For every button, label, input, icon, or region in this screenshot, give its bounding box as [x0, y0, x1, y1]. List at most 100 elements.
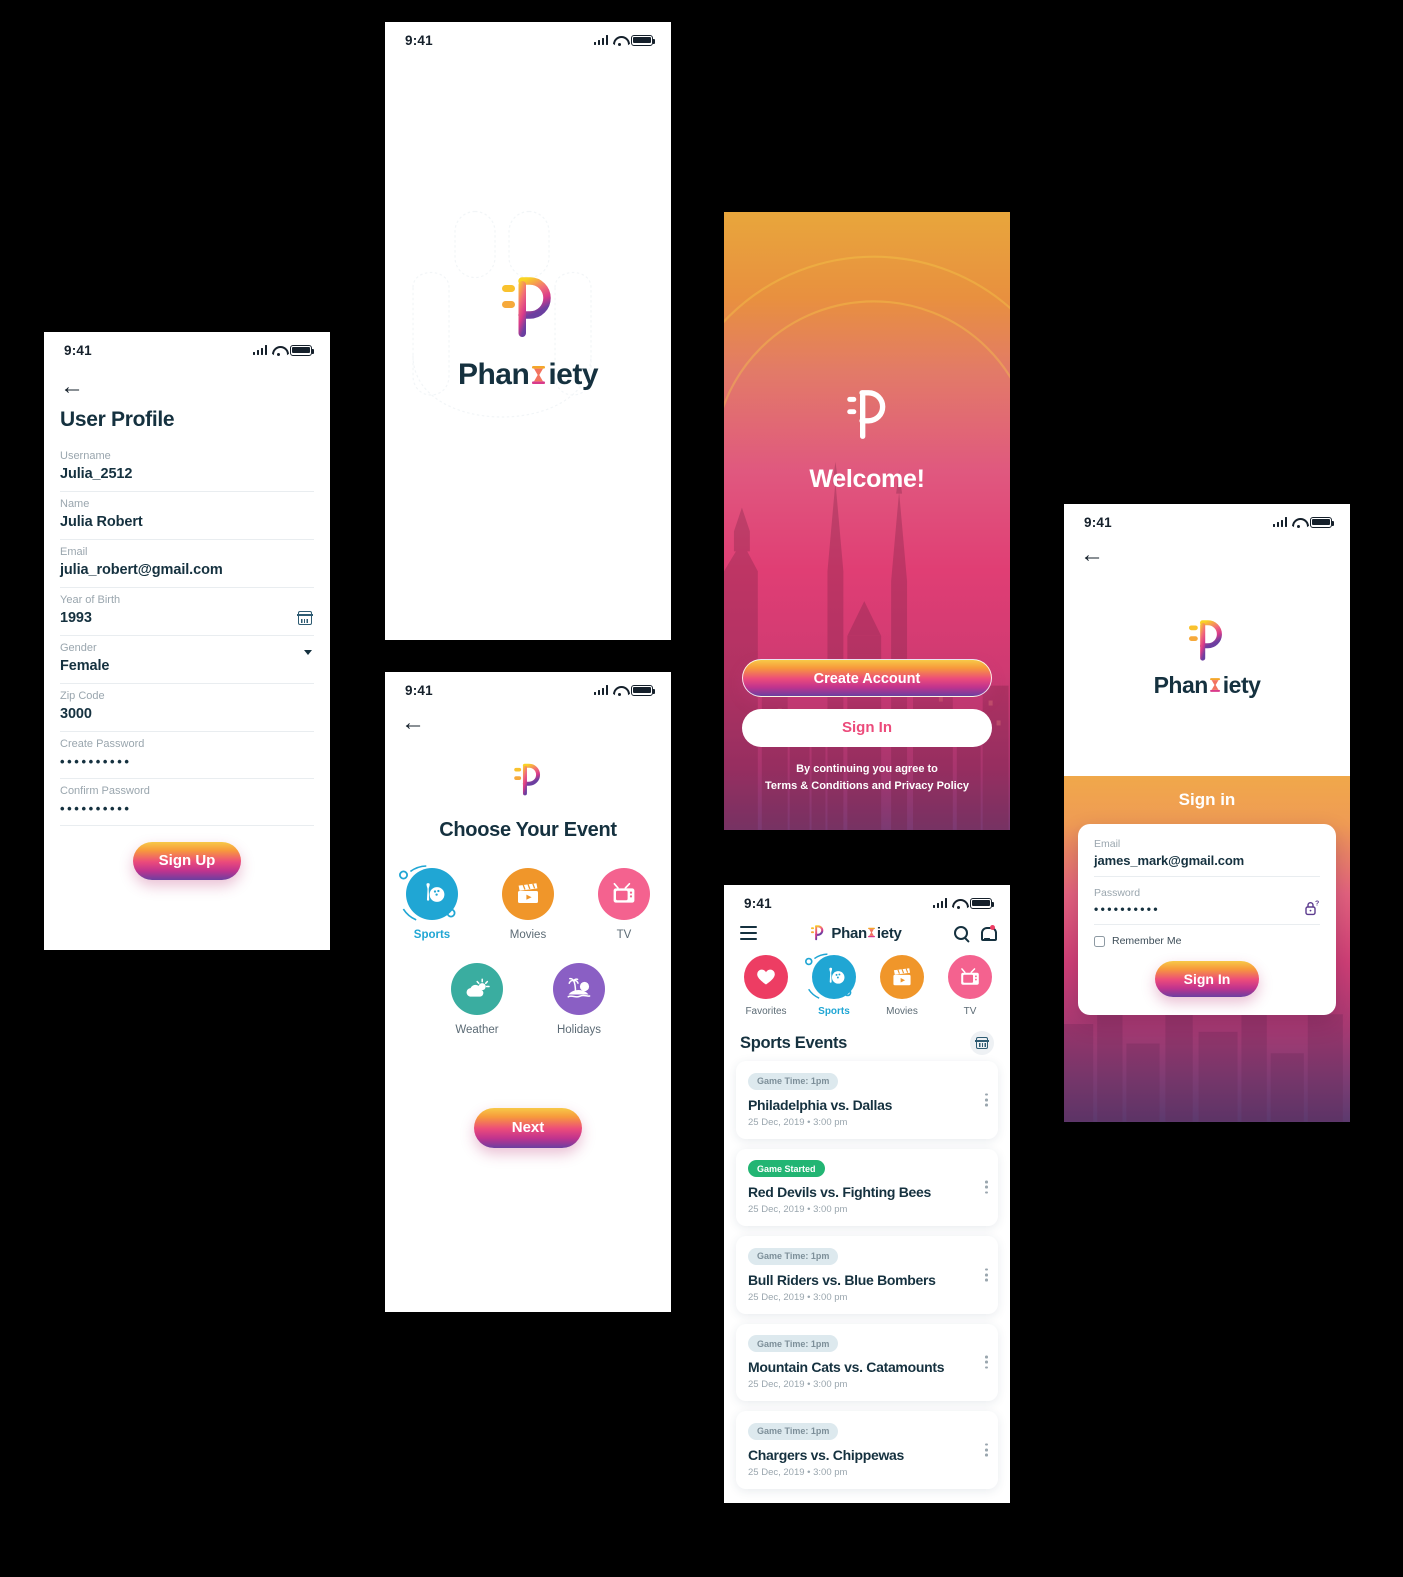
field-year-of-birth[interactable]: Year of Birth 1993: [60, 588, 314, 636]
sun-cloud-icon: [451, 963, 503, 1015]
category-tv[interactable]: TV: [593, 868, 655, 941]
profile-body: ← User Profile Username Julia_2512 Name …: [44, 362, 330, 880]
field-email[interactable]: Email julia_robert@gmail.com: [60, 540, 314, 588]
wifi-icon: [613, 685, 626, 696]
remember-me-row[interactable]: Remember Me: [1094, 935, 1320, 947]
event-card[interactable]: Game Time: 1pm Chargers vs. Chippewas 25…: [736, 1411, 998, 1489]
bowling-icon: [406, 868, 458, 920]
more-options-icon[interactable]: [985, 1443, 988, 1457]
signup-button-row: Sign Up: [60, 842, 314, 880]
hamburger-menu-icon[interactable]: [740, 925, 757, 941]
email-input[interactable]: james_mark@gmail.com: [1094, 853, 1320, 868]
heart-icon: [744, 955, 788, 999]
field-name[interactable]: Name Julia Robert: [60, 492, 314, 540]
category-label: Sports: [413, 929, 451, 941]
palm-island-icon: [553, 963, 605, 1015]
event-datetime: 25 Dec, 2019 • 3:00 pm: [748, 1466, 848, 1478]
category-movies[interactable]: Movies: [874, 955, 930, 1017]
status-badge: Game Time: 1pm: [748, 1247, 839, 1265]
search-icon[interactable]: [953, 926, 968, 940]
event-card[interactable]: Game Started Red Devils vs. Fighting Bee…: [736, 1148, 998, 1226]
chevron-down-icon[interactable]: [304, 650, 312, 673]
status-time: 9:41: [405, 682, 433, 698]
status-icons: [932, 897, 995, 909]
next-button[interactable]: Next: [474, 1108, 582, 1148]
more-options-icon[interactable]: [985, 1093, 988, 1107]
zip-code-input[interactable]: 3000: [60, 706, 314, 722]
hourglass-x-icon: [1209, 672, 1222, 692]
calendar-icon[interactable]: [970, 1031, 994, 1055]
back-arrow-icon[interactable]: ←: [60, 372, 90, 402]
name-input[interactable]: Julia Robert: [60, 514, 314, 530]
category-row-1: Sports Movies TV: [398, 865, 655, 941]
sign-in-button[interactable]: Sign In: [1155, 961, 1259, 997]
field-zip-code[interactable]: Zip Code 3000: [60, 684, 314, 732]
brand-logo: Phan iety: [809, 923, 902, 943]
cellular-signal-icon: [593, 685, 608, 695]
category-strip[interactable]: Favorites Sports Movies TV: [724, 943, 1010, 1017]
username-input[interactable]: Julia_2512: [60, 466, 314, 482]
header-actions: [953, 924, 997, 941]
confirm-password-input[interactable]: ••••••••••: [60, 801, 314, 816]
app-header: Phan iety: [724, 915, 1010, 943]
event-title: Red Devils vs. Fighting Bees: [748, 1184, 931, 1200]
cellular-signal-icon: [932, 898, 947, 908]
sports-events-screen: 9:41 Phan iety Favorites Sports Movies T…: [724, 885, 1010, 1503]
create-account-button[interactable]: Create Account: [742, 659, 992, 697]
section-header: Sports Events: [724, 1017, 1010, 1061]
more-options-icon[interactable]: [985, 1180, 988, 1194]
television-icon: [948, 955, 992, 999]
field-create-password[interactable]: Create Password ••••••••••: [60, 732, 314, 779]
field-label: Email: [1094, 838, 1121, 850]
category-label: Sports: [818, 1006, 850, 1017]
event-datetime: 25 Dec, 2019 • 3:00 pm: [748, 1291, 848, 1303]
sign-up-button[interactable]: Sign Up: [133, 842, 241, 880]
category-sports[interactable]: Sports: [398, 865, 463, 941]
remember-me-label: Remember Me: [1112, 935, 1182, 947]
gender-select[interactable]: Female: [60, 658, 314, 674]
back-arrow-icon[interactable]: ←: [401, 708, 431, 738]
category-holidays[interactable]: Holidays: [547, 963, 611, 1036]
field-username[interactable]: Username Julia_2512: [60, 444, 314, 492]
category-weather[interactable]: Weather: [445, 963, 509, 1036]
bell-icon[interactable]: [980, 924, 997, 941]
sign-in-button[interactable]: Sign In: [742, 709, 992, 747]
lock-question-icon[interactable]: ?: [1304, 900, 1320, 916]
year-of-birth-input[interactable]: 1993: [60, 610, 314, 626]
event-card[interactable]: Game Time: 1pm Philadelphia vs. Dallas 2…: [736, 1061, 998, 1139]
terms-line-2[interactable]: Terms & Conditions and Privacy Policy: [742, 778, 992, 795]
user-profile-screen: 9:41 ← User Profile Username Julia_2512 …: [44, 332, 330, 950]
category-favorites[interactable]: Favorites: [738, 955, 794, 1017]
cellular-signal-icon: [1272, 517, 1287, 527]
field-email[interactable]: Email james_mark@gmail.com: [1094, 838, 1320, 877]
password-input[interactable]: ••••••••••: [1094, 902, 1320, 916]
status-time: 9:41: [64, 342, 92, 358]
event-datetime: 25 Dec, 2019 • 3:00 pm: [748, 1116, 848, 1128]
create-password-input[interactable]: ••••••••••: [60, 754, 314, 769]
signin-top-section: 9:41 ← Phan iety: [1064, 504, 1350, 776]
calendar-icon[interactable]: [297, 611, 313, 625]
field-password[interactable]: Password •••••••••• ?: [1094, 887, 1320, 925]
event-card[interactable]: Game Time: 1pm Bull Riders vs. Blue Bomb…: [736, 1236, 998, 1314]
status-icons: [593, 684, 656, 696]
category-movies[interactable]: Movies: [497, 868, 559, 941]
field-gender[interactable]: Gender Female: [60, 636, 314, 684]
terms-text: By continuing you agree to Terms & Condi…: [742, 761, 992, 794]
event-card[interactable]: Game Time: 1pm Mountain Cats vs. Catamou…: [736, 1323, 998, 1401]
category-tv[interactable]: TV: [942, 955, 998, 1017]
email-input[interactable]: julia_robert@gmail.com: [60, 562, 314, 578]
clapperboard-icon: [502, 868, 554, 920]
event-datetime: 25 Dec, 2019 • 3:00 pm: [748, 1379, 848, 1390]
event-title: Mountain Cats vs. Catamounts: [748, 1359, 945, 1375]
bowling-icon: [812, 955, 856, 999]
phanxiety-p-logo-icon: [1189, 620, 1223, 661]
field-confirm-password[interactable]: Confirm Password ••••••••••: [60, 779, 314, 826]
signin-bottom-section: Sign in Email james_mark@gmail.com Passw…: [1064, 776, 1350, 1122]
more-options-icon[interactable]: [985, 1268, 988, 1282]
field-label: Confirm Password: [60, 785, 150, 797]
remember-me-checkbox[interactable]: [1094, 935, 1105, 947]
splash-screen: 9:41 Phan iety: [385, 22, 671, 640]
back-arrow-icon[interactable]: ←: [1080, 540, 1110, 570]
category-sports[interactable]: Sports: [804, 953, 862, 1017]
more-options-icon[interactable]: [985, 1355, 988, 1369]
